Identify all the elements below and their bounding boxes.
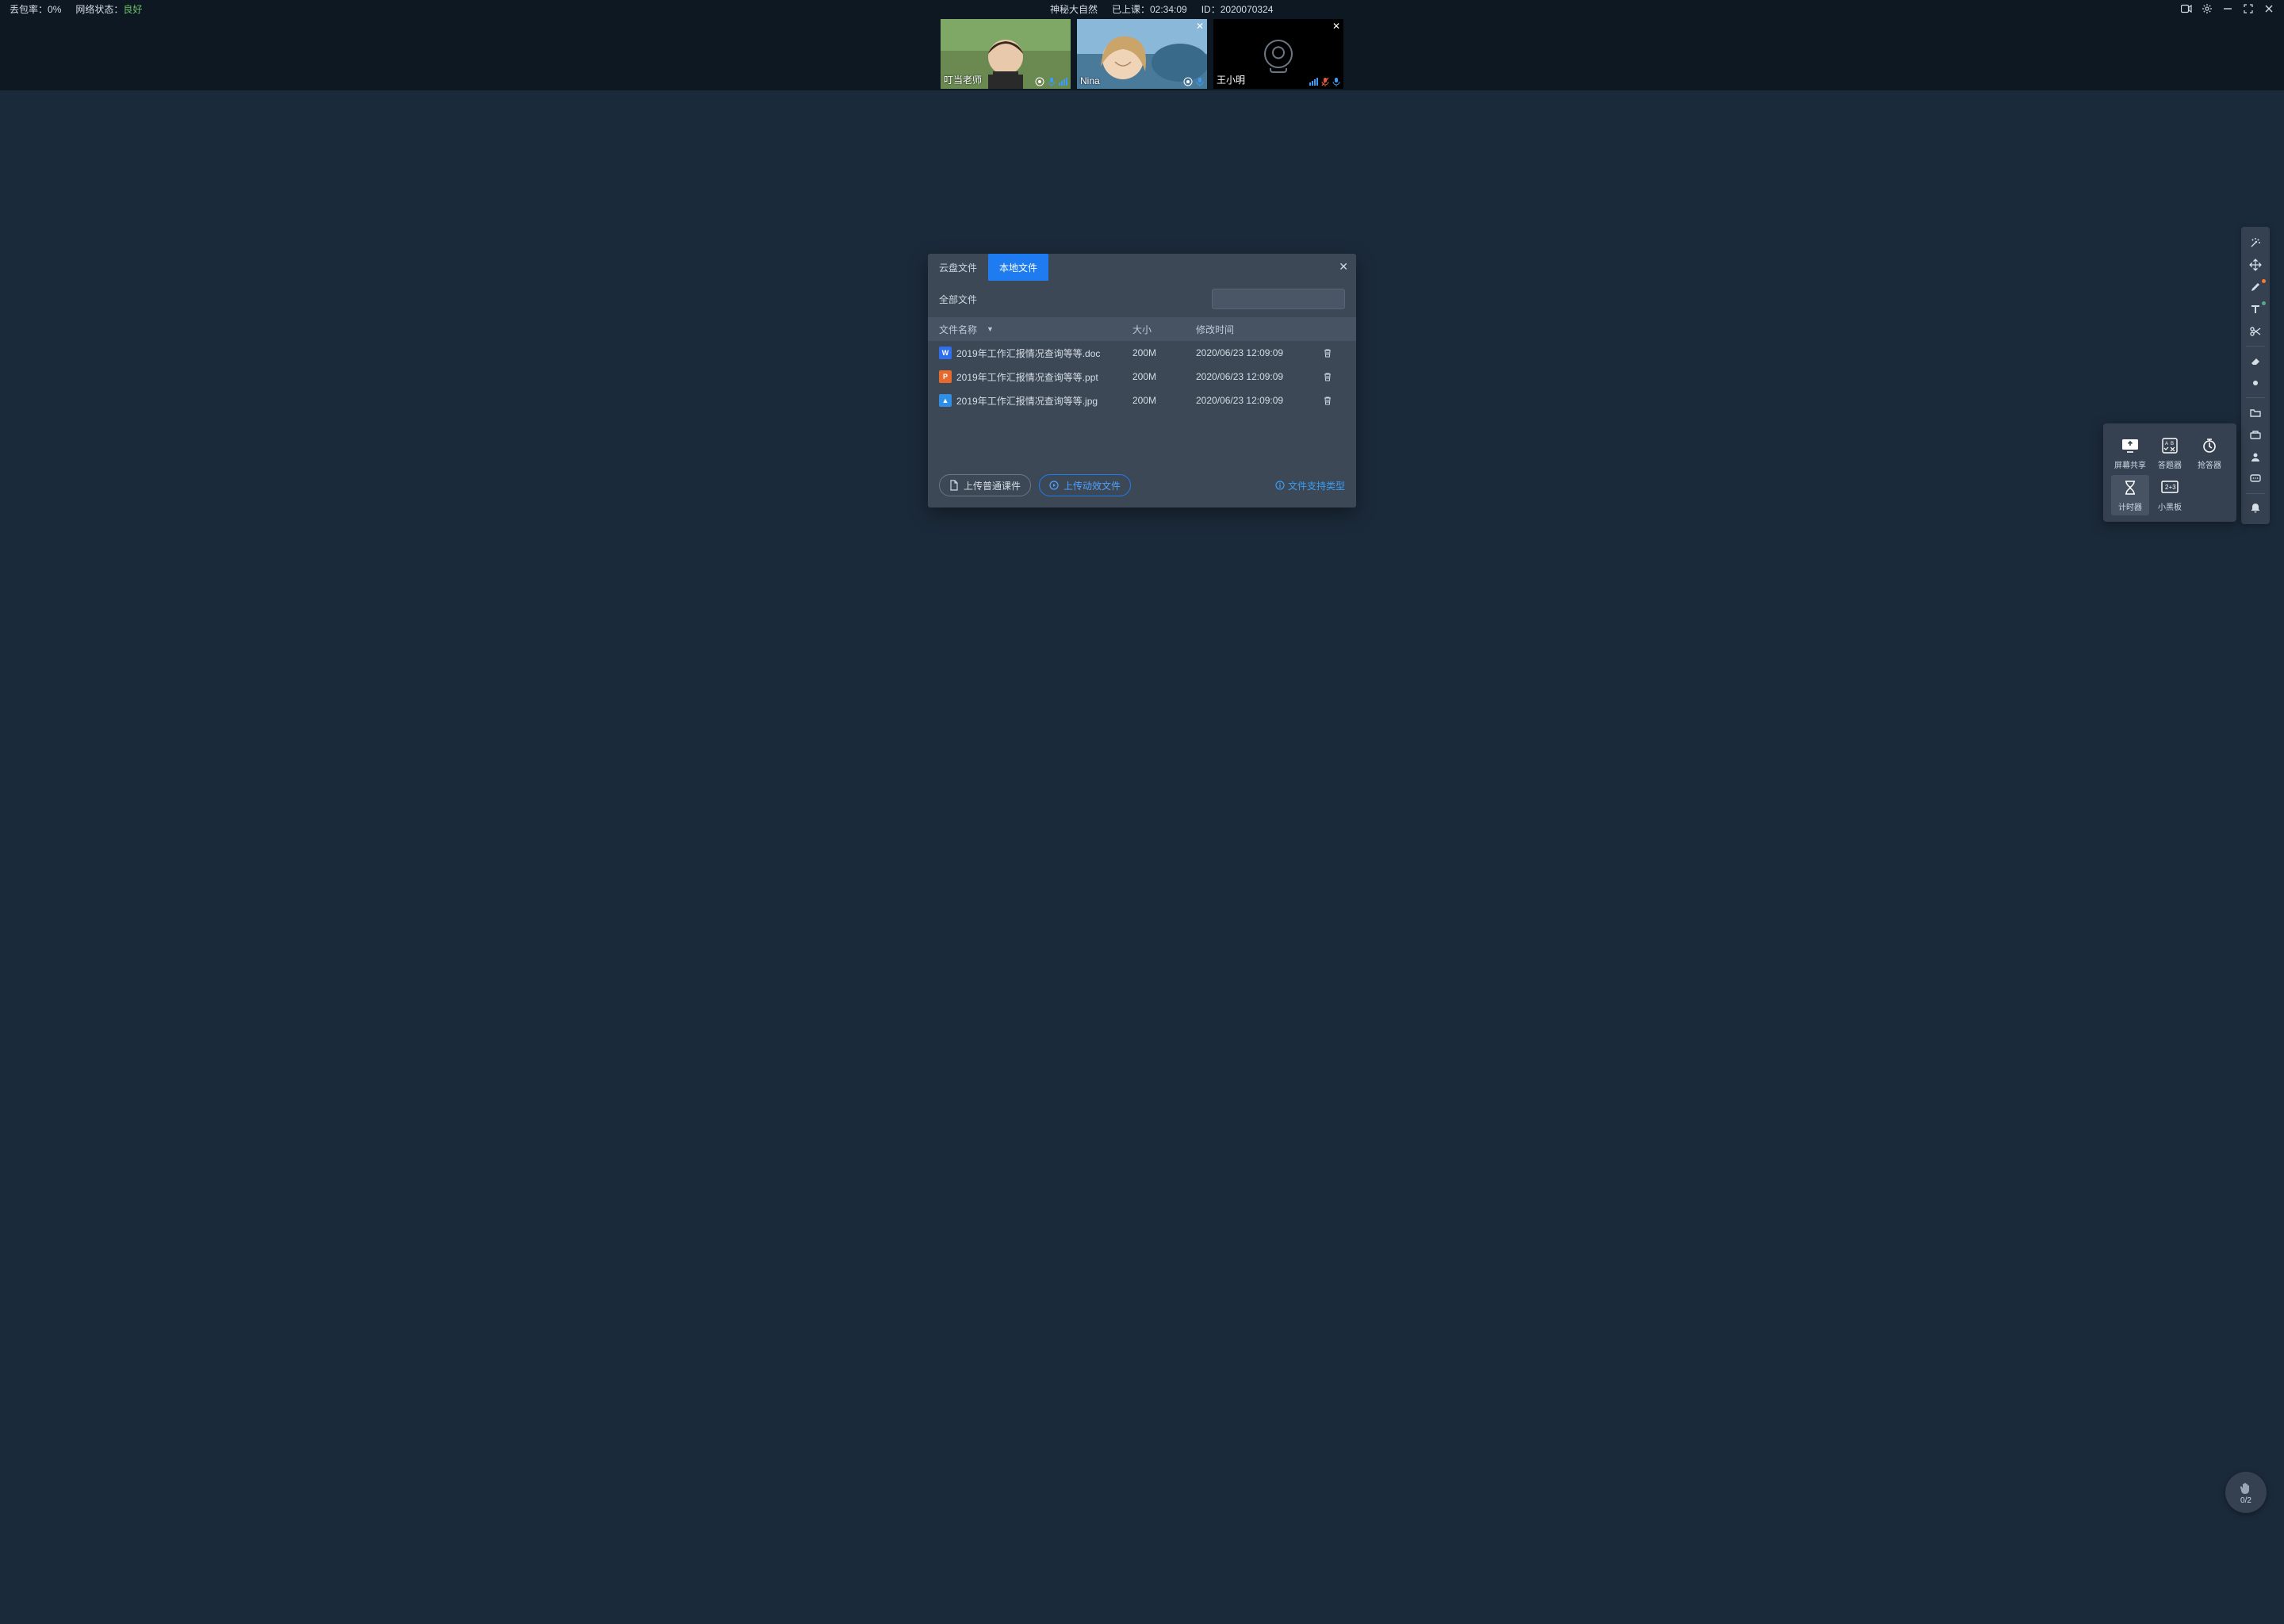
- svg-text:2+3: 2+3: [2165, 484, 2176, 491]
- participant-name: 叮当老师: [944, 73, 982, 86]
- class-title: 神秘大自然: [1050, 2, 1098, 16]
- participant-tile[interactable]: 叮当老师: [941, 19, 1071, 89]
- record-icon[interactable]: [2181, 3, 2192, 14]
- play-circle-icon: [1049, 481, 1059, 490]
- supported-types-link[interactable]: 文件支持类型: [1275, 479, 1345, 492]
- file-row[interactable]: ▲ 2019年工作汇报情况查询等等.jpg 200M 2020/06/23 12…: [928, 389, 1356, 412]
- network-status: 网络状态：良好: [75, 2, 142, 16]
- tool-answer[interactable]: AB 答题器: [2151, 433, 2189, 473]
- mic-status-icon: [1196, 77, 1204, 86]
- file-time: 2020/06/23 12:09:09: [1196, 347, 1323, 358]
- toolbox-icon[interactable]: [2244, 423, 2267, 446]
- mic-status-icon: [1332, 77, 1340, 86]
- remove-participant-icon[interactable]: ✕: [1196, 21, 1204, 32]
- raise-hand-count: 0/2: [2240, 1496, 2251, 1505]
- file-row[interactable]: W 2019年工作汇报情况查询等等.doc 200M 2020/06/23 12…: [928, 341, 1356, 365]
- camera-status-icon: [1035, 77, 1044, 86]
- tab-cloud-files[interactable]: 云盘文件: [928, 254, 988, 281]
- raise-hand-bubble[interactable]: 0/2: [2225, 1472, 2267, 1513]
- people-icon[interactable]: [2244, 446, 2267, 468]
- bell-icon[interactable]: [2244, 497, 2267, 519]
- signal-bars-icon: [1309, 78, 1318, 86]
- file-size: 200M: [1132, 371, 1196, 382]
- file-type-icon: W: [939, 347, 952, 359]
- camera-status-icon: [1183, 77, 1193, 86]
- file-size: 200M: [1132, 347, 1196, 358]
- top-bar: 丢包率：0% 网络状态：良好 神秘大自然 已上课：02:34:09 ID：202…: [0, 0, 2284, 17]
- minimize-icon[interactable]: [2222, 3, 2233, 14]
- mic-muted-icon: [1321, 77, 1329, 86]
- hand-icon: [2239, 1480, 2253, 1495]
- filter-all-files[interactable]: 全部文件: [939, 293, 977, 306]
- laser-pointer-icon[interactable]: [2244, 232, 2267, 254]
- chat-icon[interactable]: [2244, 468, 2267, 490]
- file-row[interactable]: P 2019年工作汇报情况查询等等.ppt 200M 2020/06/23 12…: [928, 365, 1356, 389]
- tool-mini-blackboard[interactable]: 2+3 小黑板: [2151, 475, 2189, 515]
- brightness-icon[interactable]: [2244, 372, 2267, 394]
- delete-file-icon[interactable]: [1323, 348, 1345, 358]
- info-icon: [1275, 481, 1285, 490]
- search-field[interactable]: [1224, 293, 1347, 304]
- folder-icon[interactable]: [2244, 401, 2267, 423]
- file-type-icon: ▲: [939, 394, 952, 407]
- file-type-icon: P: [939, 370, 952, 383]
- move-icon[interactable]: [2244, 254, 2267, 276]
- close-icon[interactable]: [2263, 3, 2274, 14]
- eraser-icon[interactable]: [2244, 350, 2267, 372]
- column-size[interactable]: 大小: [1132, 323, 1196, 336]
- settings-icon[interactable]: [2202, 3, 2213, 14]
- sort-desc-icon: ▼: [987, 325, 994, 333]
- class-elapsed: 已上课：02:34:09: [1112, 2, 1187, 16]
- pen-icon[interactable]: [2244, 276, 2267, 298]
- modal-close-icon[interactable]: ✕: [1339, 260, 1348, 274]
- file-modal: 云盘文件 本地文件 ✕ 全部文件 文件名称▼ 大小 修改时间: [928, 254, 1356, 508]
- tool-panel: 屏幕共享 AB 答题器 抢答器 计时器 2+3 小黑板: [2103, 423, 2236, 522]
- delete-file-icon[interactable]: [1323, 396, 1345, 405]
- scissors-icon[interactable]: [2244, 320, 2267, 343]
- file-time: 2020/06/23 12:09:09: [1196, 371, 1323, 382]
- column-time[interactable]: 修改时间: [1196, 323, 1323, 336]
- tool-screen-share[interactable]: 屏幕共享: [2111, 433, 2149, 473]
- packet-loss: 丢包率：0%: [10, 2, 61, 16]
- participant-name: Nina: [1080, 75, 1100, 86]
- document-icon: [949, 480, 959, 491]
- mic-status-icon: [1048, 77, 1056, 86]
- svg-text:B: B: [2171, 442, 2174, 446]
- file-name: 2019年工作汇报情况查询等等.doc: [956, 347, 1100, 360]
- delete-file-icon[interactable]: [1323, 372, 1345, 381]
- signal-bars-icon: [1059, 78, 1067, 86]
- file-table: 文件名称▼ 大小 修改时间 W 2019年工作汇报情况查询等等.doc 200M…: [928, 317, 1356, 463]
- camera-off-icon: [1264, 40, 1293, 68]
- class-id: ID：2020070324: [1201, 2, 1274, 16]
- remove-participant-icon[interactable]: ✕: [1332, 21, 1340, 32]
- svg-text:A: A: [2165, 442, 2168, 446]
- file-name: 2019年工作汇报情况查询等等.jpg: [956, 394, 1098, 408]
- tool-rush-answer[interactable]: 抢答器: [2190, 433, 2228, 473]
- fullscreen-icon[interactable]: [2243, 3, 2254, 14]
- main-stage: 云盘文件 本地文件 ✕ 全部文件 文件名称▼ 大小 修改时间: [0, 90, 2284, 1624]
- tool-timer[interactable]: 计时器: [2111, 475, 2149, 515]
- file-time: 2020/06/23 12:09:09: [1196, 395, 1323, 406]
- tab-local-files[interactable]: 本地文件: [988, 254, 1048, 281]
- text-tool-icon[interactable]: [2244, 298, 2267, 320]
- right-toolbar: [2241, 227, 2270, 524]
- upload-normal-button[interactable]: 上传普通课件: [939, 474, 1031, 496]
- participant-tile[interactable]: ✕ 王小明: [1213, 19, 1343, 89]
- upload-animated-button[interactable]: 上传动效文件: [1039, 474, 1131, 496]
- participant-tile[interactable]: ✕ Nina: [1077, 19, 1207, 89]
- search-input[interactable]: [1212, 289, 1345, 309]
- file-size: 200M: [1132, 395, 1196, 406]
- video-strip: 叮当老师 ✕ Nina: [0, 17, 2284, 90]
- column-name[interactable]: 文件名称▼: [939, 323, 1132, 336]
- file-name: 2019年工作汇报情况查询等等.ppt: [956, 370, 1098, 384]
- participant-name: 王小明: [1217, 73, 1245, 86]
